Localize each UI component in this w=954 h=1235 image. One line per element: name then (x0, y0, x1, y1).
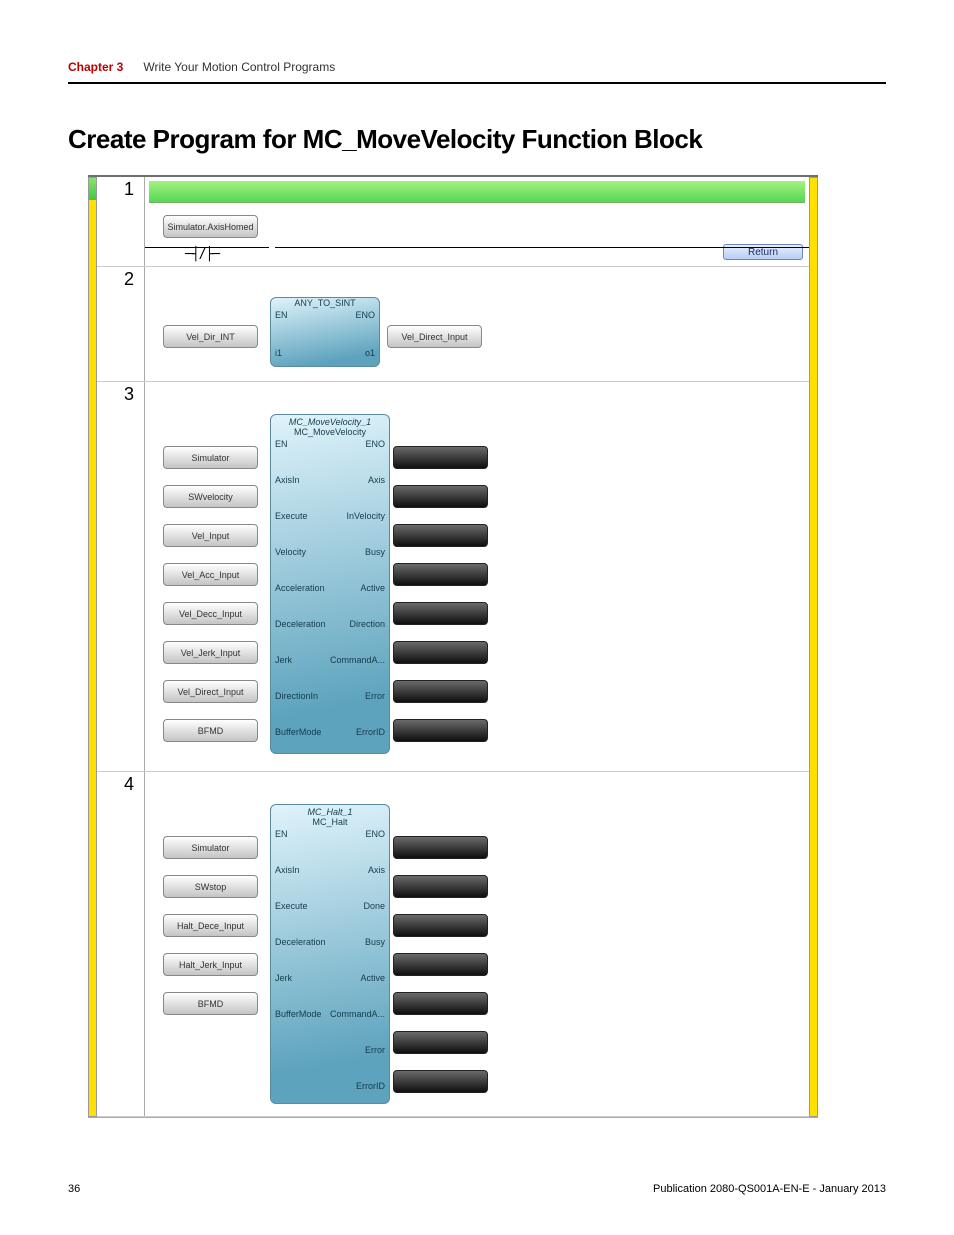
ladder-diagram: 1 Simulator.AxisHomed ─┤/├─ Return 2 Vel… (88, 175, 818, 1118)
rung-number: 2 (97, 267, 145, 381)
tag-output[interactable] (393, 719, 488, 742)
pin-en: EN (275, 310, 288, 320)
rung-1[interactable]: 1 Simulator.AxisHomed ─┤/├─ Return (97, 177, 809, 267)
tag-output[interactable] (393, 602, 488, 625)
tag-output[interactable] (393, 836, 488, 859)
tag-output[interactable] (393, 1031, 488, 1054)
page-number: 36 (68, 1183, 80, 1195)
chapter-label: Chapter 3 (68, 60, 123, 74)
chapter-title: Write Your Motion Control Programs (143, 60, 335, 74)
tag-output[interactable] (393, 680, 488, 703)
right-rail (809, 177, 818, 1117)
fb-instance-name: MC_Halt_1 (271, 805, 389, 817)
tag-vel-dir-int[interactable]: Vel_Dir_INT (163, 325, 258, 348)
section-heading: Create Program for MC_MoveVelocity Funct… (68, 124, 886, 155)
tag-output[interactable] (393, 953, 488, 976)
page-header: Chapter 3 Write Your Motion Control Prog… (68, 60, 886, 84)
tag-output[interactable] (393, 992, 488, 1015)
tag-axis-homed[interactable]: Simulator.AxisHomed (163, 215, 258, 238)
rung-3[interactable]: 3 MC_MoveVelocity_1 MC_MoveVelocity ENEN… (97, 382, 809, 772)
fb-title: ANY_TO_SINT (271, 298, 379, 308)
pin-o1: o1 (365, 348, 375, 358)
pin-i1: i1 (275, 348, 282, 358)
selection-bar (149, 181, 805, 203)
tag-output[interactable] (393, 914, 488, 937)
tag-output[interactable] (393, 1070, 488, 1093)
tag-output[interactable] (393, 446, 488, 469)
tag-output[interactable] (393, 524, 488, 547)
tag-output[interactable] (393, 563, 488, 586)
rung-4[interactable]: 4 MC_Halt_1 MC_Halt ENENO AxisInAxis Exe… (97, 772, 809, 1117)
tag-output[interactable] (393, 641, 488, 664)
rung-number: 4 (97, 772, 145, 1116)
rung-2[interactable]: 2 Vel_Dir_INT ANY_TO_SINT EN ENO i1 o1 Vel… (97, 267, 809, 382)
pin-eno: ENO (355, 310, 375, 320)
return-label: Return (748, 247, 778, 258)
nc-contact-icon[interactable]: ─┤/├─ (185, 247, 219, 262)
rung-number: 3 (97, 382, 145, 771)
fb-type-name: MC_MoveVelocity (271, 427, 389, 437)
fb-any-to-sint[interactable]: ANY_TO_SINT EN ENO i1 o1 (270, 297, 380, 367)
fb-instance-name: MC_MoveVelocity_1 (271, 415, 389, 427)
tag-output[interactable] (393, 485, 488, 508)
fb-type-name: MC_Halt (271, 817, 389, 827)
tag-vel-direct-input[interactable]: Vel_Direct_Input (387, 325, 482, 348)
publication-info: Publication 2080-QS001A-EN-E - January 2… (653, 1183, 886, 1195)
left-rail (88, 177, 97, 1117)
tag-output[interactable] (393, 875, 488, 898)
rung-number: 1 (97, 177, 145, 266)
page-footer: 36 Publication 2080-QS001A-EN-E - Januar… (68, 1183, 886, 1195)
